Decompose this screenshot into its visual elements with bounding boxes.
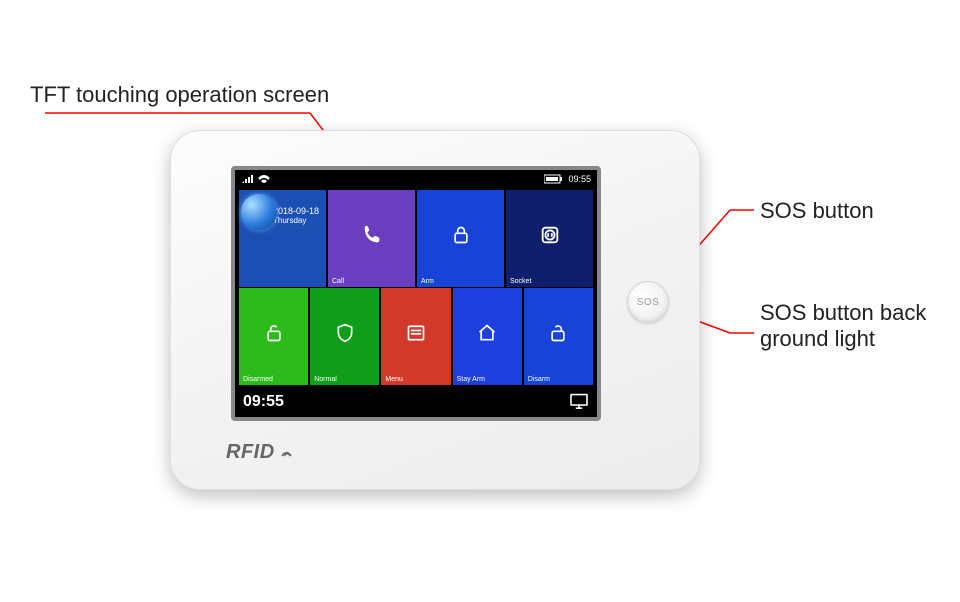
date-text: 2018-09-18	[273, 206, 319, 216]
cellular-icon	[241, 174, 253, 184]
tile-row-2: Disarmed Normal Menu	[239, 288, 593, 385]
tile-stayarm[interactable]: Stay Arm	[453, 288, 522, 385]
monitor-icon[interactable]	[569, 393, 589, 411]
globe-icon	[241, 194, 277, 230]
phone-icon	[361, 224, 383, 250]
socket-icon	[539, 224, 561, 250]
unlock-icon	[264, 322, 284, 348]
screen-bezel: 09:55 2018-09-18 Thursday Call	[231, 166, 601, 421]
tile-call[interactable]: Call	[328, 190, 415, 287]
day-text: Thursday	[273, 216, 306, 225]
statusbar-time: 09:55	[568, 174, 591, 184]
tile-normal-label: Normal	[314, 376, 337, 383]
lock-icon	[451, 224, 471, 250]
status-bar: 09:55	[235, 170, 597, 188]
tile-disarm[interactable]: Disarm	[524, 288, 593, 385]
rfid-label: RFID	[226, 441, 297, 464]
tile-menu-label: Menu	[385, 376, 403, 383]
signal-icons	[241, 174, 271, 184]
shield-icon	[335, 322, 355, 348]
tile-arm-label: Arm	[421, 278, 434, 285]
bottom-bar: 09:55	[235, 387, 597, 417]
tile-arm[interactable]: Arm	[417, 190, 504, 287]
tile-disarmed[interactable]: Disarmed	[239, 288, 308, 385]
tile-socket-label: Socket	[510, 278, 531, 285]
tile-disarm-label: Disarm	[528, 376, 550, 383]
sos-button[interactable]: SOS	[627, 281, 669, 323]
menu-icon	[406, 323, 426, 347]
callout-sos-button-label: SOS button	[760, 198, 874, 224]
rfid-waves-icon	[279, 444, 297, 462]
device-body: 09:55 2018-09-18 Thursday Call	[170, 130, 700, 490]
home-icon	[477, 323, 497, 347]
sos-button-text: SOS	[637, 297, 660, 308]
battery-icon	[544, 174, 564, 184]
tile-socket[interactable]: Socket	[506, 190, 593, 287]
unlock2-icon	[548, 322, 568, 348]
tile-menu[interactable]: Menu	[381, 288, 450, 385]
callout-screen-label: TFT touching operation screen	[30, 82, 329, 108]
wifi-icon	[257, 174, 271, 184]
tile-normal[interactable]: Normal	[310, 288, 379, 385]
tft-screen[interactable]: 09:55 2018-09-18 Thursday Call	[235, 170, 597, 417]
battery-clock-group: 09:55	[544, 174, 591, 184]
callout-sos-light-label: SOS button back ground light	[760, 300, 960, 353]
tile-disarmed-label: Disarmed	[243, 376, 273, 383]
clock-large: 09:55	[243, 393, 284, 411]
tile-date[interactable]: 2018-09-18 Thursday	[239, 190, 326, 287]
tile-stayarm-label: Stay Arm	[457, 376, 485, 383]
rfid-text: RFID	[226, 441, 275, 464]
tile-call-label: Call	[332, 278, 344, 285]
tile-grid: 2018-09-18 Thursday Call Arm	[239, 190, 593, 287]
